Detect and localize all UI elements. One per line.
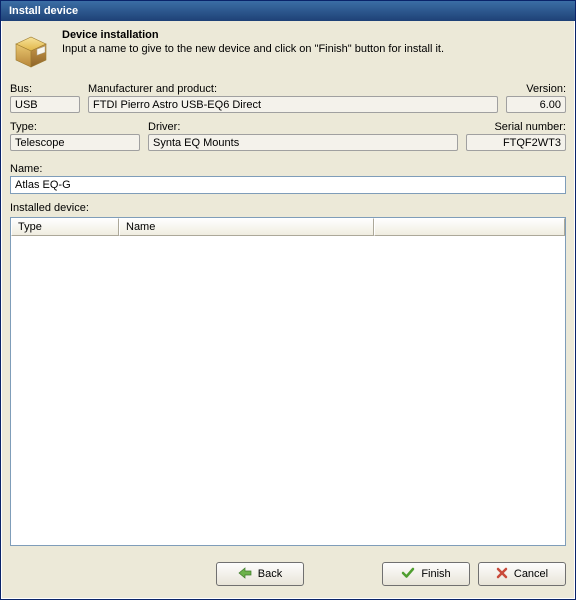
driver-value: Synta EQ Mounts (148, 134, 458, 151)
version-value: 6.00 (506, 96, 566, 113)
serial-label: Serial number: (466, 121, 566, 133)
row-bus-manufacturer-version: Bus: USB Manufacturer and product: FTDI … (10, 83, 566, 113)
bus-value: USB (10, 96, 80, 113)
installed-label: Installed device: (10, 202, 566, 214)
name-group: Name: (10, 163, 566, 194)
bus-label: Bus: (10, 83, 80, 95)
driver-label: Driver: (148, 121, 458, 133)
type-value: Telescope (10, 134, 140, 151)
back-label: Back (258, 568, 282, 580)
package-icon (10, 29, 52, 71)
manufacturer-group: Manufacturer and product: FTDI Pierro As… (88, 83, 498, 113)
check-icon (401, 567, 415, 582)
installed-table[interactable]: Type Name (10, 217, 566, 546)
finish-label: Finish (421, 568, 450, 580)
back-button[interactable]: Back (216, 562, 304, 586)
name-input[interactable] (10, 176, 566, 194)
window-title: Install device (9, 5, 78, 17)
type-label: Type: (10, 121, 140, 133)
table-header: Type Name (11, 218, 565, 236)
header-section: Device installation Input a name to give… (10, 29, 566, 71)
column-name[interactable]: Name (119, 218, 374, 236)
install-device-window: Install device (0, 0, 576, 600)
cancel-x-icon (496, 567, 508, 582)
button-bar: Back Finish Cancel (10, 558, 566, 590)
serial-value: FTQF2WT3 (466, 134, 566, 151)
name-label: Name: (10, 163, 566, 175)
back-arrow-icon (238, 567, 252, 582)
column-extra[interactable] (374, 218, 565, 236)
cancel-button[interactable]: Cancel (478, 562, 566, 586)
manufacturer-label: Manufacturer and product: (88, 83, 498, 95)
cancel-label: Cancel (514, 568, 548, 580)
manufacturer-value: FTDI Pierro Astro USB-EQ6 Direct (88, 96, 498, 113)
bus-group: Bus: USB (10, 83, 80, 113)
version-group: Version: 6.00 (506, 83, 566, 113)
finish-button[interactable]: Finish (382, 562, 470, 586)
version-label: Version: (506, 83, 566, 95)
titlebar: Install device (1, 1, 575, 21)
column-type[interactable]: Type (11, 218, 119, 236)
header-subtitle: Input a name to give to the new device a… (62, 43, 444, 55)
window-content: Device installation Input a name to give… (1, 21, 575, 599)
serial-group: Serial number: FTQF2WT3 (466, 121, 566, 151)
type-group: Type: Telescope (10, 121, 140, 151)
driver-group: Driver: Synta EQ Mounts (148, 121, 458, 151)
installed-group: Installed device: Type Name (10, 202, 566, 558)
header-text: Device installation Input a name to give… (62, 29, 444, 55)
header-title: Device installation (62, 29, 444, 41)
row-type-driver-serial: Type: Telescope Driver: Synta EQ Mounts … (10, 121, 566, 151)
